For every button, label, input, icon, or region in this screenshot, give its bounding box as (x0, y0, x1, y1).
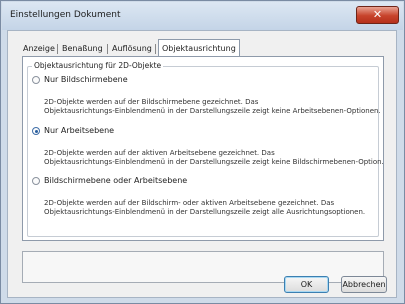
tab-anzeige[interactable]: Anzeige (20, 42, 58, 56)
tab-benassung[interactable]: Benaßung (59, 42, 106, 56)
option-description: Objektausrichtungs-Einblendmenü in der D… (44, 158, 384, 166)
tab-objektausrichtung[interactable]: Objektausrichtung (158, 39, 240, 57)
tab-divider (155, 44, 156, 54)
option-description: Objektausrichtungs-Einblendmenü in der D… (44, 107, 381, 115)
window-title: Einstellungen Dokument (10, 10, 121, 20)
radio-label-nur-bildschirmebene[interactable]: Nur Bildschirmebene (44, 75, 128, 84)
dialog-body: Anzeige Benaßung Auflösung Objektausrich… (7, 30, 397, 298)
title-bar[interactable]: Einstellungen Dokument ✕ (2, 2, 403, 30)
groupbox-legend: Objektausrichtung für 2D-Objekte (32, 61, 164, 70)
radio-nur-bildschirmebene[interactable] (32, 76, 40, 84)
info-panel (22, 251, 384, 283)
ok-button[interactable]: OK (284, 276, 329, 293)
radio-label-bildschirm-oder-arbeitsebene[interactable]: Bildschirmebene oder Arbeitsebene (44, 176, 187, 185)
option-description: Objektausrichtungs-Einblendmenü in der D… (44, 208, 366, 216)
dialog-window: Einstellungen Dokument ✕ Anzeige Benaßun… (0, 0, 405, 304)
radio-bildschirm-oder-arbeitsebene[interactable] (32, 177, 40, 185)
close-icon: ✕ (372, 8, 383, 21)
radio-label-nur-arbeitsebene[interactable]: Nur Arbeitsebene (44, 126, 114, 135)
radio-nur-arbeitsebene[interactable] (32, 127, 40, 135)
tab-page-objektausrichtung: Objektausrichtung für 2D-Objekte Nur Bil… (22, 56, 384, 241)
tab-divider (107, 44, 108, 54)
tab-divider (57, 44, 58, 54)
close-button[interactable]: ✕ (356, 6, 399, 24)
tab-aufloesung[interactable]: Auflösung (109, 42, 155, 56)
cancel-button[interactable]: Abbrechen (341, 276, 387, 293)
